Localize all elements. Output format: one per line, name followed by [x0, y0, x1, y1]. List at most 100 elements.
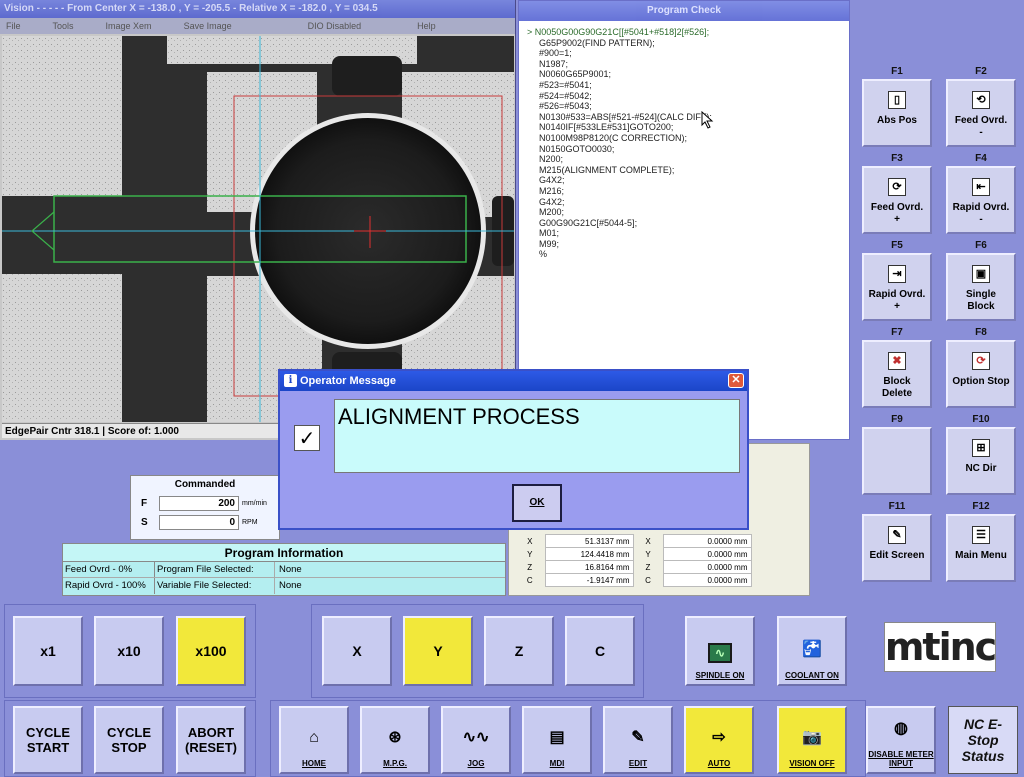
vision-title: Vision - - - - - From Center X = -138.0 …: [0, 0, 515, 18]
f1-button-label: Abs Pos: [876, 115, 917, 126]
f4-rapid-ovrd-minus-button[interactable]: ⇤ Rapid Ovrd. -: [946, 166, 1016, 234]
cycle-start-button[interactable]: CYCLE START: [13, 706, 83, 774]
mdi-button[interactable]: ▤ MDI: [522, 706, 592, 774]
edit-button[interactable]: ✎ EDIT: [603, 706, 673, 774]
mpg-button[interactable]: ⊛ M.P.G.: [360, 706, 430, 774]
f10-button-label: NC Dir: [965, 463, 997, 474]
menu-save-image[interactable]: Save Image: [168, 18, 248, 34]
f10-nc-dir-button[interactable]: ⊞ NC Dir: [946, 427, 1016, 495]
f11-button-label: Edit Screen: [869, 550, 925, 561]
increment-x1-button[interactable]: x1: [13, 616, 83, 686]
menu-file[interactable]: File: [0, 18, 37, 34]
axis-c-button[interactable]: C: [565, 616, 635, 686]
feed-label: F: [141, 498, 148, 509]
f4-label: F4: [975, 153, 987, 164]
increment-x10-button[interactable]: x10: [94, 616, 164, 686]
axis-z-button[interactable]: Z: [484, 616, 554, 686]
program-listing[interactable]: N0050G00G90G21C[[#5041+#518]2[#526]; G65…: [519, 21, 849, 260]
ok-button[interactable]: OK: [512, 484, 562, 522]
axis-label: X: [527, 536, 533, 546]
jog-button[interactable]: ∿∿ JOG: [441, 706, 511, 774]
menu-dio[interactable]: DIO Disabled: [248, 18, 378, 34]
f12-button-label: Main Menu: [955, 550, 1007, 561]
program-line: G00G90G21C[#5044-5];: [539, 217, 638, 228]
abs-pos-icon: ▯: [888, 91, 906, 109]
program-line: %: [539, 249, 548, 260]
menu-image[interactable]: Image Xem: [90, 18, 168, 34]
handwheel-icon: ⊛: [388, 729, 402, 746]
mouse-cursor-icon: [701, 111, 714, 129]
position-row: Y 124.4418 mm Y 0.0000 mm: [515, 547, 752, 561]
disable-meter-input-button[interactable]: ◍ DISABLE METER INPUT: [866, 706, 936, 774]
f1-abs-pos-button[interactable]: ▯ Abs Pos: [862, 79, 932, 147]
axis-value: 0.0000 mm: [662, 534, 752, 548]
jog-label: JOG: [467, 759, 485, 768]
program-line: N0100M98P8120(C CORRECTION);: [539, 132, 688, 143]
f11-edit-screen-button[interactable]: ✎ Edit Screen: [862, 514, 932, 582]
position-row: C -1.9147 mm C 0.0000 mm: [515, 573, 752, 587]
coolant-on-button[interactable]: 🚰 COOLANT ON: [777, 616, 847, 686]
program-line: #900=1;: [539, 48, 572, 59]
vision-off-button[interactable]: 📷 VISION OFF: [777, 706, 847, 774]
spindle-on-button[interactable]: ∿ SPINDLE ON: [685, 616, 755, 686]
option-stop-icon: ⟳: [972, 352, 990, 370]
menu-help[interactable]: Help: [377, 18, 452, 34]
commanded-title: Commanded: [174, 479, 236, 490]
checkmark-icon: ✓: [294, 425, 320, 451]
commanded-panel: Commanded F 200 mm/min S 0 RPM: [130, 475, 280, 540]
program-line: #526=#5043;: [539, 101, 592, 112]
f7-block-delete-button[interactable]: ✖ Block Delete: [862, 340, 932, 408]
program-line: N0140IF[#533LE#531]GOTO200;: [539, 122, 674, 133]
camera-view[interactable]: [2, 36, 514, 422]
ok-label: OK: [529, 497, 545, 508]
camera-icon: 📷: [802, 729, 822, 746]
f12-main-menu-button[interactable]: ☰ Main Menu: [946, 514, 1016, 582]
program-line: M01;: [539, 228, 560, 239]
dialog-message: ALIGNMENT PROCESS: [334, 399, 740, 473]
f3-feed-ovrd-plus-button[interactable]: ⟳ Feed Ovrd. +: [862, 166, 932, 234]
f3-button-label: Feed Ovrd. +: [870, 202, 924, 225]
increment-x100-button[interactable]: x100: [176, 616, 246, 686]
program-check-title: Program Check: [519, 1, 849, 21]
f8-option-stop-button[interactable]: ⟳ Option Stop: [946, 340, 1016, 408]
operator-message-dialog: i Operator Message ✕ ✓ ALIGNMENT PROCESS…: [278, 369, 749, 530]
program-line: N0150GOTO0030;: [539, 143, 615, 154]
f8-label: F8: [975, 327, 987, 338]
program-file-value: None: [279, 564, 302, 575]
f2-feed-ovrd-minus-button[interactable]: ⟲ Feed Ovrd. -: [946, 79, 1016, 147]
menu-tools[interactable]: Tools: [37, 18, 90, 34]
program-file-label: Program File Selected:: [155, 562, 275, 577]
dialog-title-bar: i Operator Message ✕: [280, 371, 747, 391]
camera-image: [2, 36, 514, 422]
home-button[interactable]: ⌂ HOME: [279, 706, 349, 774]
auto-button[interactable]: ⇨ AUTO: [684, 706, 754, 774]
rapid-ovrd-plus-icon: ⇥: [888, 265, 906, 283]
f2-label: F2: [975, 66, 987, 77]
f5-rapid-ovrd-plus-button[interactable]: ⇥ Rapid Ovrd. +: [862, 253, 932, 321]
f4-button-label: Rapid Ovrd. -: [952, 202, 1010, 225]
close-icon[interactable]: ✕: [728, 373, 744, 388]
single-block-icon: ▣: [972, 265, 990, 283]
axis-value: 124.4418 mm: [544, 547, 634, 561]
cycle-stop-button[interactable]: CYCLE STOP: [94, 706, 164, 774]
f10-label: F10: [972, 414, 990, 425]
f6-single-block-button[interactable]: ▣ Single Block: [946, 253, 1016, 321]
axis-x-button[interactable]: X: [322, 616, 392, 686]
program-line: G65P9002(FIND PATTERN);: [539, 37, 655, 48]
spindle-on-label: SPINDLE ON: [695, 671, 745, 680]
axis-label: Z: [527, 562, 533, 572]
abort-reset-button[interactable]: ABORT (RESET): [176, 706, 246, 774]
program-line: N1987;: [539, 58, 569, 69]
program-line: N0060G65P9001;: [539, 69, 612, 80]
axis-y-button[interactable]: Y: [403, 616, 473, 686]
main-menu-icon: ☰: [972, 526, 990, 544]
jog-wave-icon: ∿∿: [462, 729, 490, 746]
home-label: HOME: [302, 759, 326, 768]
spindle-unit: RPM: [242, 519, 258, 526]
f12-label: F12: [972, 501, 990, 512]
axis-label: C: [526, 575, 533, 585]
axis-label: C: [645, 575, 651, 585]
feed-override-text: Feed Ovrd - 0%: [63, 562, 155, 577]
f9-button[interactable]: [862, 427, 932, 495]
f8-button-label: Option Stop: [952, 376, 1010, 387]
